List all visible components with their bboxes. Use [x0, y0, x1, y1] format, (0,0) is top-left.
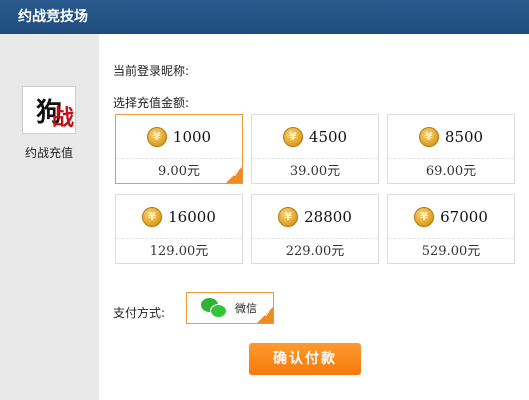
package-price: 69.00元	[425, 164, 477, 179]
package-price: 39.00元	[289, 164, 341, 179]
coin-icon: ¥	[282, 126, 303, 147]
game-logo-icon: 狗战	[22, 86, 76, 134]
package-card-28800[interactable]: ¥ 28800 229.00元	[251, 194, 379, 264]
sidebar-item-recharge[interactable]: 狗战 约战充值	[16, 86, 82, 161]
package-card-8500[interactable]: ¥ 8500 69.00元	[387, 114, 515, 184]
sidebar: 狗战 约战充值	[0, 34, 99, 400]
package-coins: 67000	[440, 207, 488, 226]
package-coins: 4500	[308, 127, 348, 146]
selected-check-icon: ✓	[226, 167, 242, 183]
coin-icon: ¥	[146, 126, 167, 147]
package-coins: 8500	[444, 127, 484, 146]
coin-icon: ¥	[142, 206, 163, 227]
sidebar-item-label: 约战充值	[24, 146, 73, 160]
package-coins: 16000	[168, 207, 216, 226]
package-card-16000[interactable]: ¥ 16000 129.00元	[115, 194, 243, 264]
package-card-4500[interactable]: ¥ 4500 39.00元	[251, 114, 379, 184]
selected-check-icon: ✓	[257, 307, 273, 323]
title-bar: 约战竞技场	[0, 0, 529, 34]
coin-icon: ¥	[418, 126, 439, 147]
package-card-67000[interactable]: ¥ 67000 529.00元	[387, 194, 515, 264]
package-price: 129.00元	[149, 244, 209, 259]
package-price: 229.00元	[285, 244, 345, 259]
payment-option-wechat[interactable]: 微信 ✓	[186, 292, 274, 324]
main-panel: 当前登录昵称: 选择充值金额: ¥ 1000 9.00元 ✓ ¥ 4500 39…	[99, 34, 529, 400]
window-title: 约战竞技场	[18, 9, 88, 25]
payment-option-label: 微信	[235, 302, 257, 315]
package-coins: 1000	[172, 127, 212, 146]
amount-label: 选择充值金额:	[113, 96, 190, 110]
confirm-payment-button[interactable]: 确认付款	[249, 343, 361, 375]
package-price: 529.00元	[421, 244, 481, 259]
wechat-icon	[201, 298, 227, 318]
coin-icon: ¥	[278, 206, 299, 227]
package-coins: 28800	[304, 207, 352, 226]
nickname-label: 当前登录昵称:	[113, 64, 190, 78]
payment-label: 支付方式:	[113, 306, 166, 320]
package-price: 9.00元	[158, 164, 200, 179]
coin-icon: ¥	[414, 206, 435, 227]
package-card-1000[interactable]: ¥ 1000 9.00元 ✓	[115, 114, 243, 184]
